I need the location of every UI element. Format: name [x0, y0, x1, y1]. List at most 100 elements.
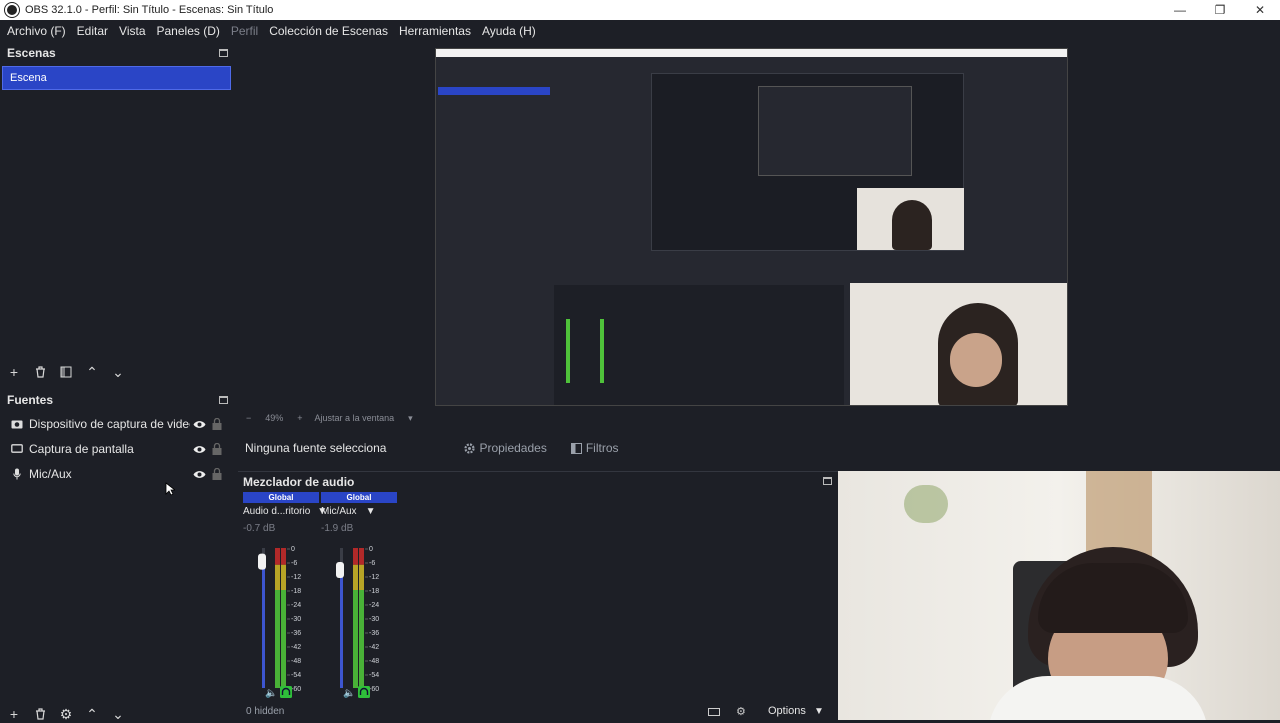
meter-scale-label: -24 [369, 602, 379, 609]
remove-source-button[interactable] [28, 708, 52, 720]
meter-bar-segment [353, 590, 358, 688]
menu-coleccion-escenas[interactable]: Colección de Escenas [265, 24, 392, 38]
sources-float-icon[interactable] [219, 396, 228, 404]
menu-ayuda[interactable]: Ayuda (H) [478, 24, 540, 38]
options-label: Options [768, 705, 806, 717]
menu-vista[interactable]: Vista [115, 24, 149, 38]
meter-scale-label: -12 [291, 574, 301, 581]
scene-filters-button[interactable] [54, 362, 78, 382]
channel-db: -1.9 dB [321, 523, 354, 534]
mixer-layout-icon[interactable] [708, 708, 720, 716]
chevron-down-icon: ▼ [365, 506, 376, 517]
hidden-count: 0 hidden [246, 706, 285, 717]
monitor-headphone-button [280, 686, 292, 698]
no-source-selected-label: Ninguna fuente selecciona [245, 441, 387, 455]
monitor-icon [10, 444, 24, 454]
meter-scale-label: -42 [369, 644, 379, 651]
meter-scale-label: -48 [369, 658, 379, 665]
close-button[interactable]: ✕ [1240, 0, 1280, 20]
meter-scale-label: -54 [291, 672, 301, 679]
mixer-settings-icon[interactable]: ⚙ [736, 705, 746, 718]
menu-archivo[interactable]: Archivo (F) [3, 24, 70, 38]
source-item[interactable]: Captura de pantalla [0, 437, 232, 461]
source-item[interactable]: Mic/Aux [0, 462, 232, 486]
menu-paneles[interactable]: Paneles (D) [153, 24, 224, 38]
source-item[interactable]: Dispositivo de captura de videc [0, 412, 232, 436]
source-settings-button[interactable]: ⚙ [54, 706, 78, 722]
scenes-toolbar: + ⌃ ⌄ [2, 362, 132, 382]
properties-button[interactable]: Propiedades [464, 441, 547, 455]
restore-button[interactable]: ❐ [1200, 0, 1240, 20]
meter-bar-segment [353, 564, 358, 590]
mixer-float-icon[interactable] [823, 477, 832, 485]
add-source-button[interactable]: + [2, 706, 26, 722]
meter-scale-label: -60 [291, 686, 301, 693]
meter-bar-segment [275, 564, 280, 590]
meter-bar-segment [275, 590, 280, 688]
meter-scale-label: -36 [291, 630, 301, 637]
scenes-float-icon[interactable] [219, 49, 228, 57]
mixer-options-button[interactable]: Options ▼ [768, 705, 824, 717]
volume-fader-handle[interactable] [258, 553, 266, 570]
zoom-out-button[interactable]: − [246, 413, 251, 423]
filters-label: Filtros [585, 441, 619, 455]
meter-scale-label: -42 [291, 644, 301, 651]
zoom-level: 49% [265, 413, 284, 423]
meter-bar-segment [353, 548, 358, 565]
meter-bar-segment [281, 564, 286, 590]
nested-webcam [850, 283, 1067, 405]
meter-scale-label: -60 [369, 686, 379, 693]
menu-editar[interactable]: Editar [73, 24, 112, 38]
channel-name: Audio d...ritorio [243, 506, 311, 517]
meter-scale-label: 0 [369, 546, 373, 553]
visibility-eye-icon[interactable] [190, 420, 208, 429]
channel-name-select[interactable]: Mic/Aux ▼ [321, 506, 397, 517]
source-label: Dispositivo de captura de videc [29, 417, 190, 431]
scene-down-button[interactable]: ⌄ [106, 362, 130, 382]
monitor-headphone-button [358, 686, 370, 698]
scene-item[interactable]: Escena [2, 66, 231, 90]
filter-icon [570, 442, 582, 454]
scenes-dock [0, 42, 236, 384]
filter-icon [60, 366, 72, 378]
meter-scale-label: -36 [369, 630, 379, 637]
minimize-button[interactable]: — [1160, 0, 1200, 20]
trash-icon [35, 366, 45, 378]
meter-scale-label: -30 [291, 616, 301, 623]
audio-mixer-dock: Mezclador de audio Global Audio d...rito… [238, 471, 838, 720]
channel-name-select[interactable]: Audio d...ritorio ▼ [243, 506, 327, 517]
global-badge: Global [243, 492, 319, 503]
webcam-feed [838, 471, 1280, 720]
volume-fader-handle[interactable] [336, 562, 344, 578]
speaker-icon[interactable]: 🔈 [265, 688, 277, 698]
visibility-eye-icon[interactable] [190, 445, 208, 454]
menu-herramientas[interactable]: Herramientas [395, 24, 475, 38]
zoom-in-button[interactable]: + [297, 413, 302, 423]
lock-icon[interactable] [208, 443, 226, 455]
lock-icon[interactable] [208, 468, 226, 480]
channel-meter: 0 -6 -12 -18 -24 -30 -36 -42 -48 -54 -60 🔈 [336, 546, 379, 698]
source-label: Captura de pantalla [29, 442, 134, 456]
meter-scale-label: -6 [291, 560, 297, 567]
filters-button[interactable]: Filtros [570, 441, 619, 455]
visibility-eye-icon[interactable] [190, 470, 208, 479]
chevron-down-icon[interactable]: ▾ [408, 413, 413, 424]
lock-icon[interactable] [208, 418, 226, 430]
zoom-fit-select[interactable]: Ajustar a la ventana [315, 413, 395, 423]
channel-meter: 0 -6 -12 -18 -24 -30 -36 -42 -48 -54 -60 🔈 [258, 546, 301, 698]
speaker-icon[interactable]: 🔈 [343, 688, 355, 698]
add-scene-button[interactable]: + [2, 362, 26, 382]
nested-preview [651, 73, 964, 251]
meter-scale-label: -6 [369, 560, 375, 567]
scene-up-button[interactable]: ⌃ [80, 362, 104, 382]
menu-perfil[interactable]: Perfil [227, 24, 262, 38]
source-up-button[interactable]: ⌃ [80, 706, 104, 722]
meter-bar-segment [281, 590, 286, 688]
properties-label: Propiedades [479, 441, 547, 455]
zoom-bar: − 49% + Ajustar a la ventana ▾ [238, 410, 1280, 426]
camera-icon [10, 419, 24, 429]
remove-scene-button[interactable] [28, 362, 52, 382]
meter-scale-label: -18 [291, 588, 301, 595]
window-title: OBS 32.1.0 - Perfil: Sin Título - Escena… [25, 4, 274, 16]
source-down-button[interactable]: ⌄ [106, 706, 130, 722]
